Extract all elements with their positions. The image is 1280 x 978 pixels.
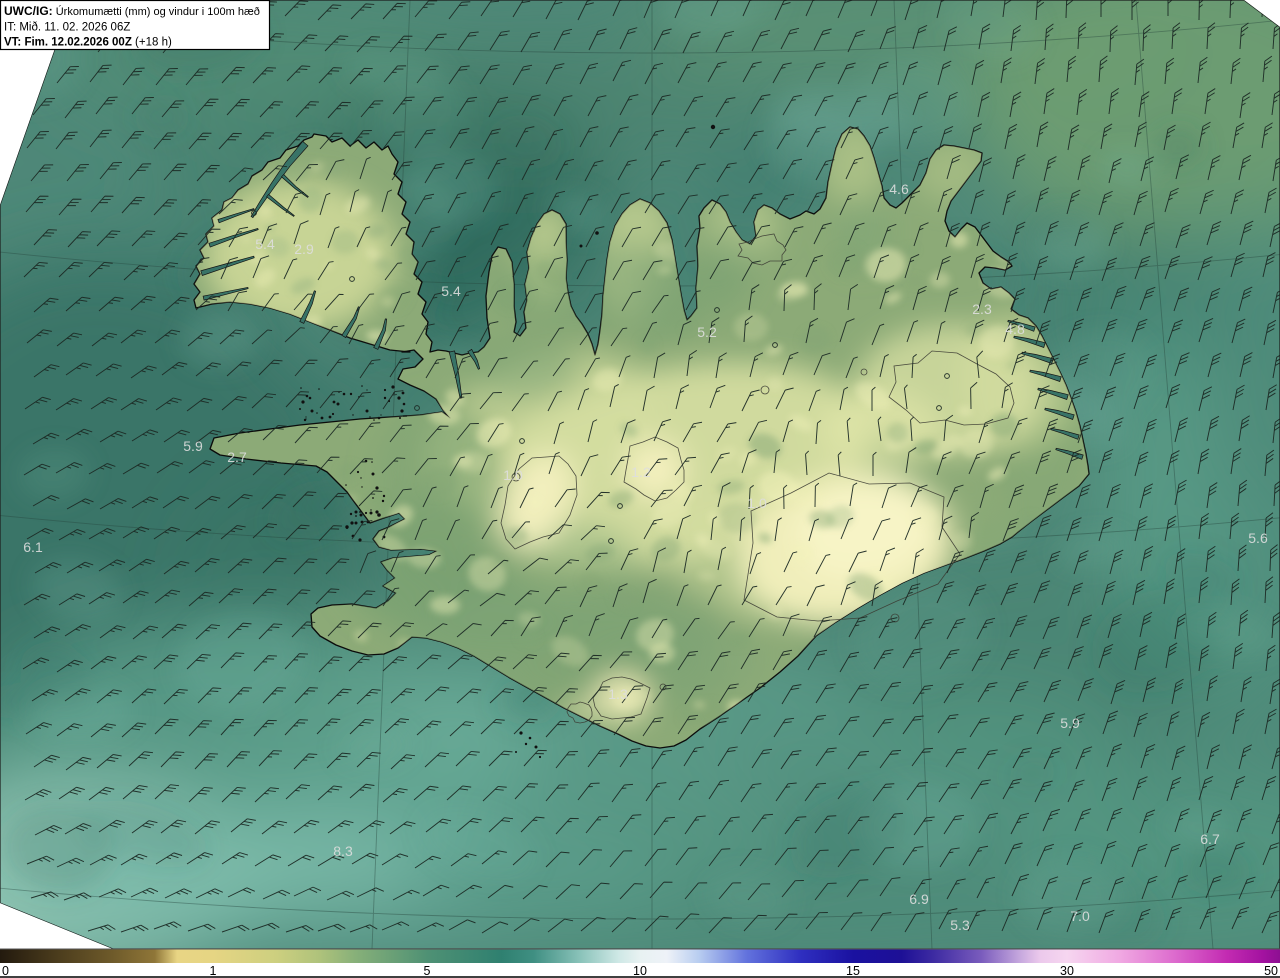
svg-text:2.7: 2.7 (227, 449, 247, 465)
svg-text:6.7: 6.7 (1200, 831, 1220, 847)
svg-text:5.9: 5.9 (1060, 715, 1080, 731)
svg-text:5: 5 (424, 964, 431, 978)
svg-text:IT: Mið. 11. 02. 2026 06Z: IT: Mið. 11. 02. 2026 06Z (4, 22, 130, 34)
svg-text:4.6: 4.6 (889, 181, 909, 197)
svg-text:1.0: 1.0 (747, 495, 767, 511)
svg-text:1.2: 1.2 (631, 464, 651, 480)
svg-text:5.9: 5.9 (183, 438, 203, 454)
svg-text:0: 0 (2, 964, 9, 978)
svg-text:1.3: 1.3 (608, 686, 628, 702)
svg-text:5.2: 5.2 (697, 324, 717, 340)
svg-text:8.3: 8.3 (333, 843, 353, 859)
svg-text:1.0: 1.0 (503, 467, 523, 483)
svg-text:2.3: 2.3 (972, 301, 992, 317)
svg-text:15: 15 (846, 964, 860, 978)
svg-text:6.1: 6.1 (23, 539, 43, 555)
svg-text:10: 10 (633, 964, 647, 978)
svg-text:5.4: 5.4 (441, 283, 461, 299)
svg-text:7.0: 7.0 (1070, 908, 1090, 924)
svg-text:VT: Fim. 12.02.2026 00Z (+18 h: VT: Fim. 12.02.2026 00Z (+18 h) (4, 37, 172, 49)
svg-text:5.3: 5.3 (950, 917, 970, 933)
svg-text:30: 30 (1060, 964, 1074, 978)
svg-text:UWC/IG: Úrkomumætti (mm) og vi: UWC/IG: Úrkomumætti (mm) og vindur i 100… (4, 4, 260, 18)
svg-text:2.9: 2.9 (294, 241, 314, 257)
svg-text:6.9: 6.9 (909, 891, 929, 907)
svg-text:50: 50 (1264, 964, 1278, 978)
svg-text:5.4: 5.4 (255, 236, 275, 252)
svg-text:4.8: 4.8 (1005, 321, 1025, 337)
svg-text:5.6: 5.6 (1248, 530, 1268, 546)
svg-text:1: 1 (210, 964, 217, 978)
